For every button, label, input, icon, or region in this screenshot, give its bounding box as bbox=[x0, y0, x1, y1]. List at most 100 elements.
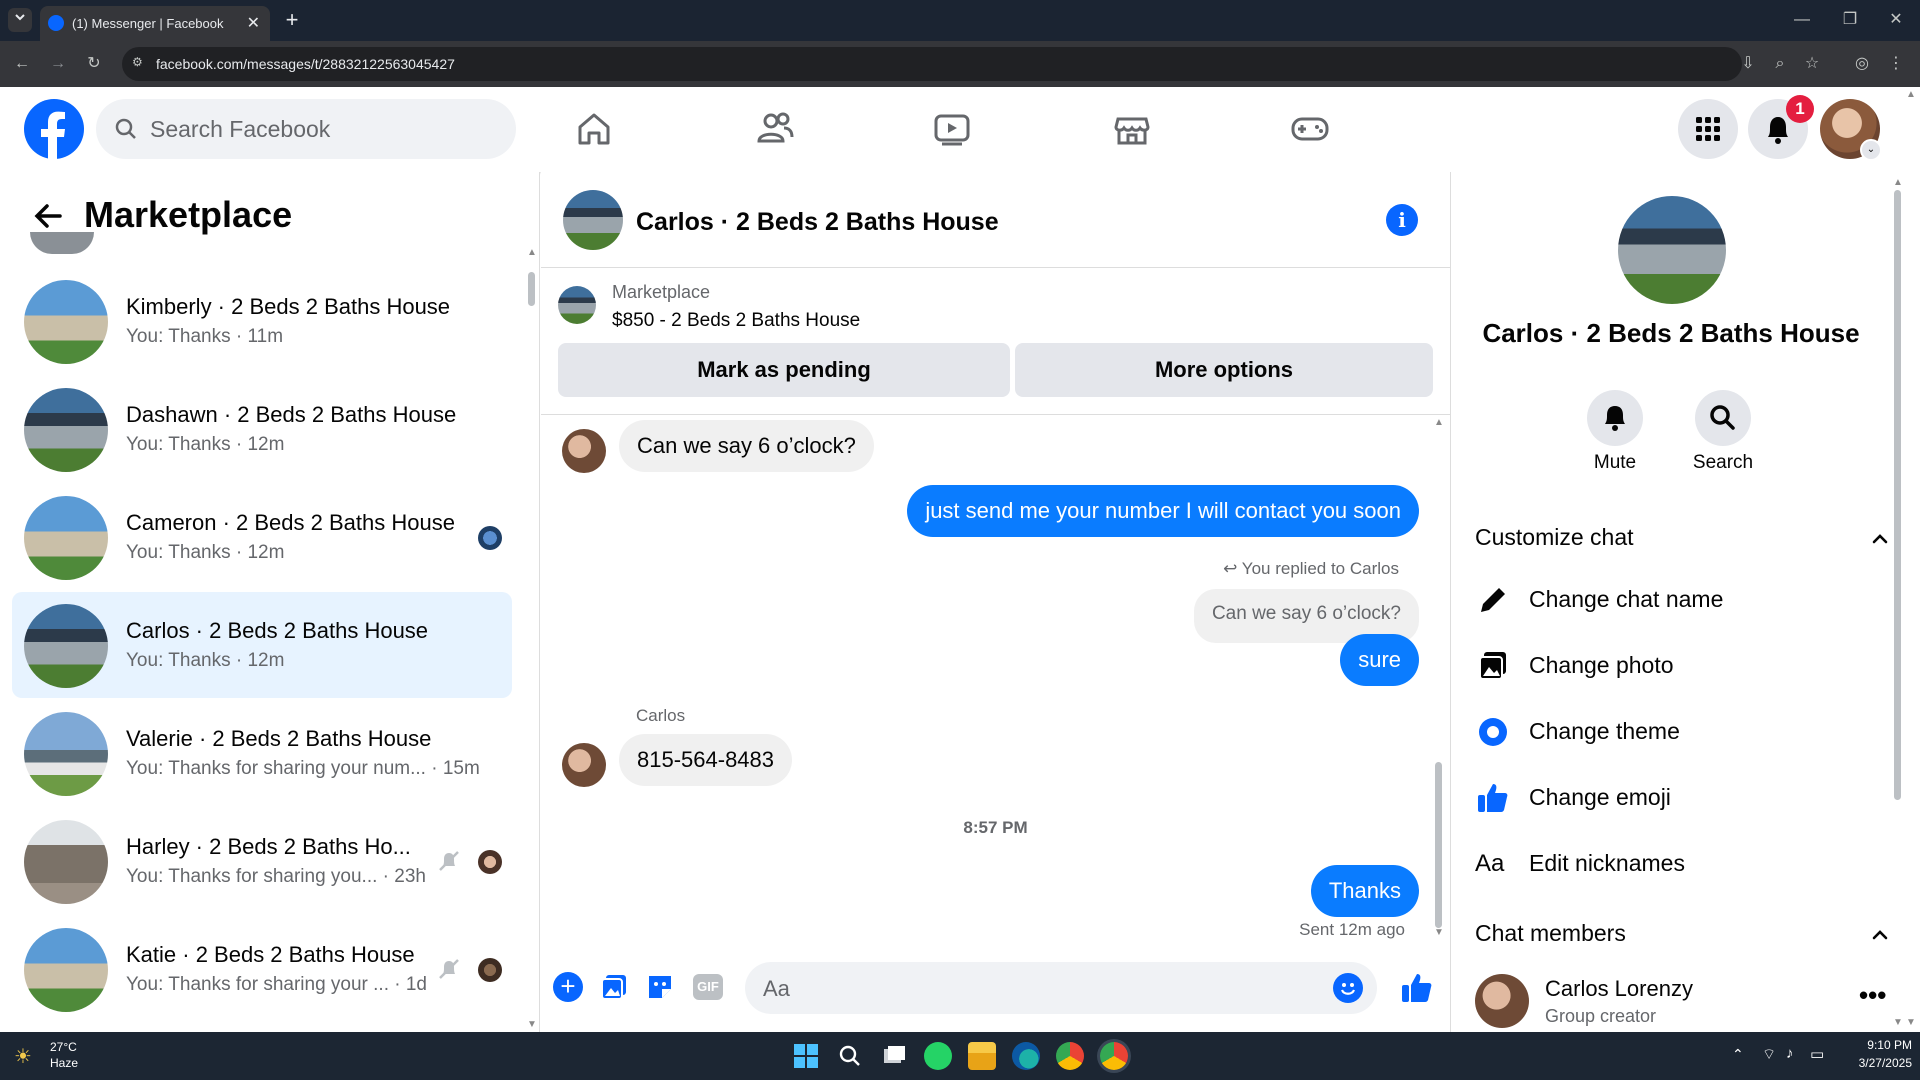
conversation-preview: You: Thanks for sharing your ... · 1d bbox=[126, 974, 428, 995]
mute-button[interactable] bbox=[1587, 390, 1643, 446]
chat-members-label: Chat members bbox=[1475, 920, 1626, 946]
scroll-up-icon[interactable]: ▲ bbox=[1434, 418, 1444, 428]
seen-avatar bbox=[478, 850, 502, 874]
home-icon[interactable] bbox=[566, 101, 622, 157]
scroll-up-icon[interactable]: ▲ bbox=[1893, 178, 1903, 188]
notifications-button[interactable]: 1 bbox=[1748, 95, 1814, 159]
clock[interactable]: 9:10 PM 3/27/2025 bbox=[1838, 1038, 1912, 1070]
menu-button[interactable] bbox=[1678, 99, 1738, 159]
facebook-logo[interactable] bbox=[24, 99, 84, 159]
scroll-down-icon[interactable]: ▼ bbox=[1434, 928, 1444, 938]
install-app-icon[interactable]: ⇩ bbox=[1736, 52, 1760, 76]
like-thumb-icon[interactable] bbox=[1399, 970, 1435, 1006]
new-tab-icon[interactable]: + bbox=[280, 8, 304, 32]
zoom-icon[interactable]: ⌕ bbox=[1768, 52, 1792, 76]
carlos-avatar[interactable] bbox=[562, 743, 606, 787]
weather-widget[interactable]: ☀ 27°C Haze bbox=[14, 1038, 94, 1074]
conversation-item[interactable]: Cameron · 2 Beds 2 Baths House You: Than… bbox=[12, 484, 512, 590]
forward-icon[interactable]: → bbox=[46, 52, 70, 76]
address-bar[interactable]: ⚙ facebook.com/messages/t/28832122563045… bbox=[122, 47, 1742, 81]
change-emoji-label: Change emoji bbox=[1529, 784, 1671, 810]
conversation-title: Dashawn · 2 Beds 2 Baths House bbox=[126, 402, 457, 427]
conversation-title: Cameron · 2 Beds 2 Baths House bbox=[126, 510, 455, 535]
search-in-chat-button[interactable] bbox=[1695, 390, 1751, 446]
photo-icon[interactable] bbox=[599, 972, 629, 1002]
chrome-profile-icon[interactable] bbox=[1100, 1042, 1128, 1070]
chat-details-panel: Carlos · 2 Beds 2 Baths House Mute Searc… bbox=[1450, 172, 1920, 1032]
file-explorer-icon[interactable] bbox=[968, 1042, 996, 1070]
notification-badge: 1 bbox=[1786, 95, 1814, 123]
house-thumbnail bbox=[24, 820, 108, 904]
task-view-icon[interactable] bbox=[880, 1042, 908, 1070]
chrome-icon[interactable] bbox=[1056, 1042, 1084, 1070]
edge-icon[interactable] bbox=[1012, 1042, 1040, 1070]
tab-search-icon[interactable] bbox=[8, 8, 32, 32]
minimize-icon[interactable]: — bbox=[1790, 8, 1814, 32]
back-arrow-icon[interactable] bbox=[30, 198, 66, 234]
chat-scrollbar[interactable] bbox=[1435, 762, 1442, 928]
conversation-item-active[interactable]: Carlos · 2 Beds 2 Baths House You: Thank… bbox=[12, 592, 512, 698]
more-options-button[interactable]: More options bbox=[1015, 343, 1433, 397]
message-outgoing[interactable]: Thanks bbox=[1310, 865, 1419, 917]
friends-icon[interactable] bbox=[746, 101, 802, 157]
member-row[interactable]: Carlos Lorenzy Group creator ••• bbox=[1475, 972, 1895, 1032]
profile-icon[interactable]: ◎ bbox=[1850, 52, 1874, 76]
battery-icon[interactable]: ▭ bbox=[1810, 1045, 1824, 1063]
gaming-icon[interactable] bbox=[1282, 101, 1338, 157]
tray-chevron-icon[interactable]: ⌃ bbox=[1732, 1046, 1744, 1063]
listing-title[interactable]: $850 - 2 Beds 2 Baths House bbox=[612, 310, 860, 332]
message-outgoing[interactable]: just send me your number I will contact … bbox=[907, 485, 1419, 537]
wifi-icon[interactable]: ⌔ bbox=[1762, 1045, 1776, 1064]
chat-avatar[interactable] bbox=[563, 190, 623, 250]
video-icon[interactable] bbox=[924, 101, 980, 157]
marketplace-icon[interactable] bbox=[1104, 101, 1160, 157]
conversation-item[interactable]: Harley · 2 Beds 2 Baths Ho... You: Thank… bbox=[12, 808, 512, 914]
scroll-up-icon[interactable]: ▲ bbox=[527, 248, 537, 258]
customize-chat-header[interactable]: Customize chat bbox=[1475, 520, 1891, 560]
message-incoming[interactable]: Can we say 6 o’clock? bbox=[619, 420, 874, 472]
listing-thumbnail[interactable] bbox=[558, 286, 596, 324]
page-scroll-down-icon[interactable]: ▼ bbox=[1906, 1018, 1916, 1028]
details-scrollbar[interactable] bbox=[1894, 190, 1901, 800]
gif-icon[interactable]: GIF bbox=[693, 974, 723, 1000]
sticker-icon[interactable] bbox=[645, 972, 675, 1002]
add-attachment-icon[interactable]: + bbox=[553, 972, 583, 1002]
restore-icon[interactable]: ❐ bbox=[1838, 8, 1862, 32]
conversation-item[interactable]: Valerie · 2 Beds 2 Baths House You: Than… bbox=[12, 700, 512, 806]
emoji-icon[interactable] bbox=[1333, 973, 1363, 1003]
page-scroll-up-icon[interactable]: ▲ bbox=[1906, 90, 1916, 100]
chat-title[interactable]: Carlos · 2 Beds 2 Baths House bbox=[636, 208, 999, 237]
message-outgoing[interactable]: sure bbox=[1340, 634, 1419, 686]
close-window-icon[interactable]: ✕ bbox=[1884, 8, 1908, 32]
whatsapp-icon[interactable] bbox=[924, 1042, 952, 1070]
carlos-avatar[interactable] bbox=[562, 429, 606, 473]
volume-icon[interactable]: ♪ bbox=[1786, 1045, 1794, 1062]
tab-close-icon[interactable]: ✕ bbox=[247, 13, 260, 33]
conversation-item[interactable]: Katie · 2 Beds 2 Baths House You: Thanks… bbox=[12, 916, 512, 1022]
mark-as-pending-button[interactable]: Mark as pending bbox=[558, 343, 1010, 397]
conversation-item[interactable]: Dashawn · 2 Beds 2 Baths House You: Than… bbox=[12, 376, 512, 482]
bookmark-star-icon[interactable]: ☆ bbox=[1800, 52, 1824, 76]
search-input[interactable]: Search Facebook bbox=[96, 99, 516, 159]
conversation-title: Kimberly · 2 Beds 2 Baths House bbox=[126, 294, 451, 319]
taskbar-search-icon[interactable] bbox=[836, 1042, 864, 1070]
conversation-item[interactable]: Kimberly · 2 Beds 2 Baths House You: Tha… bbox=[12, 268, 512, 374]
message-incoming[interactable]: 815-564-8483 bbox=[619, 734, 793, 786]
info-icon[interactable]: i bbox=[1386, 204, 1418, 236]
browser-menu-icon[interactable]: ⋮ bbox=[1884, 52, 1908, 76]
site-info-icon[interactable]: ⚙ bbox=[132, 55, 148, 71]
chat-members-header[interactable]: Chat members bbox=[1475, 916, 1891, 956]
browser-tab[interactable]: (1) Messenger | Facebook ✕ bbox=[40, 6, 270, 41]
scroll-down-icon[interactable]: ▼ bbox=[527, 1020, 537, 1030]
back-icon[interactable]: ← bbox=[10, 52, 34, 76]
account-chevron-icon[interactable]: ⌄ bbox=[1860, 139, 1882, 161]
conversation-thumbnail-partial bbox=[30, 232, 94, 254]
chat-header: Carlos · 2 Beds 2 Baths House i bbox=[541, 172, 1450, 268]
reload-icon[interactable]: ↻ bbox=[82, 52, 106, 76]
more-options-icon[interactable]: ••• bbox=[1859, 980, 1886, 1011]
scroll-down-icon[interactable]: ▼ bbox=[1893, 1018, 1903, 1028]
conversation-list-scrollbar[interactable] bbox=[528, 272, 535, 306]
details-avatar[interactable] bbox=[1618, 196, 1726, 304]
windows-start-icon[interactable] bbox=[792, 1042, 820, 1070]
message-input[interactable]: Aa bbox=[745, 962, 1377, 1014]
